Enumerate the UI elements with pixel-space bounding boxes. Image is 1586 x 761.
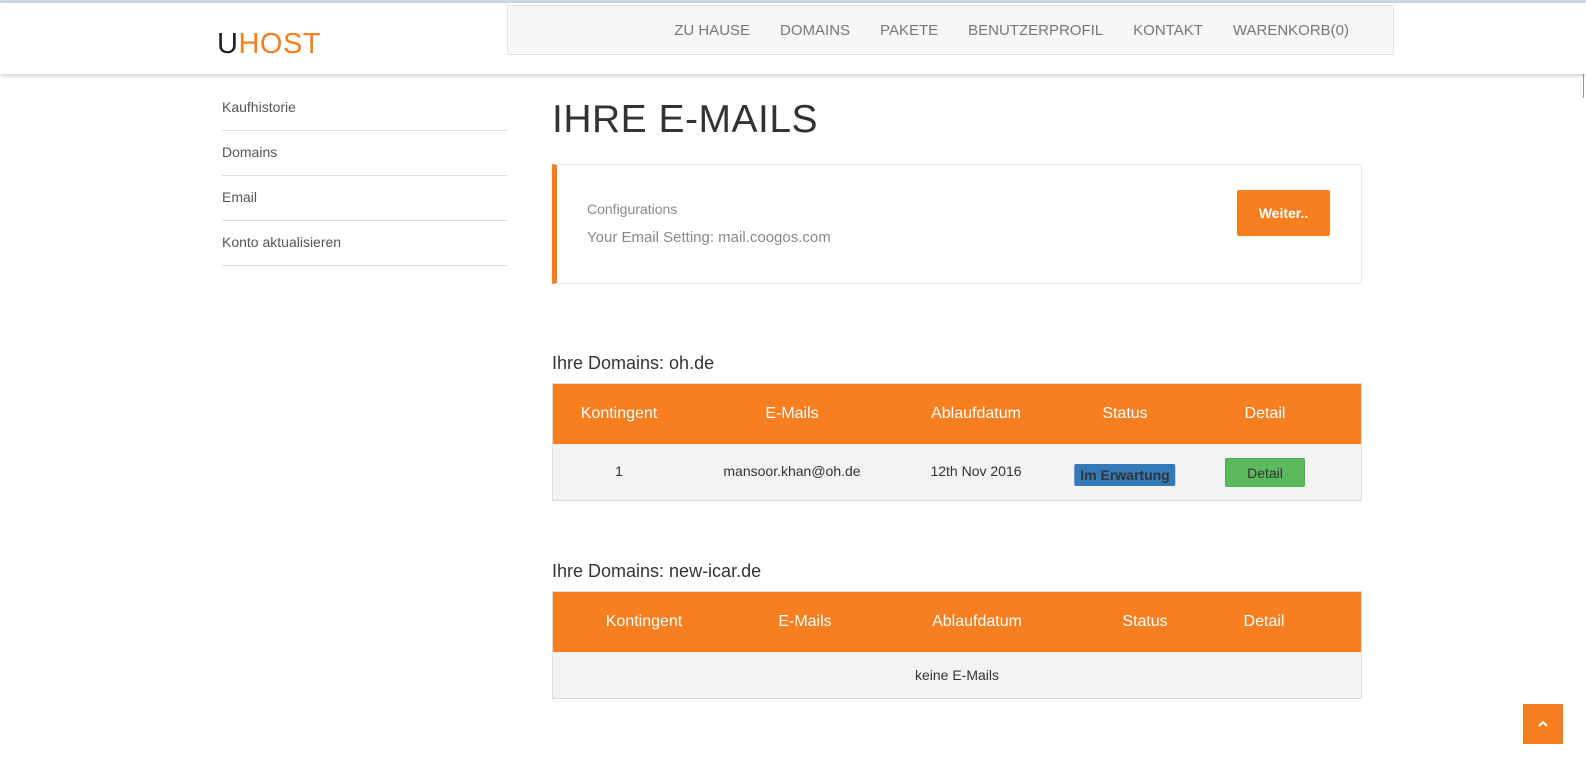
detail-button[interactable]: Detail <box>1225 458 1305 487</box>
cell-email: mansoor.khan@oh.de <box>723 463 861 479</box>
table-header: Kontingent E-Mails Ablaufdatum Status De… <box>553 592 1361 652</box>
page-title: IHRE E-MAILS <box>552 98 819 141</box>
nav-item-domains[interactable]: DOMAINS <box>780 22 850 39</box>
nav-item-user-profile[interactable]: BENUTZERPROFIL <box>968 22 1103 39</box>
domain-section-title: Ihre Domains: oh.de <box>552 353 715 373</box>
sidebar-item-update-account[interactable]: Konto aktualisieren <box>222 221 507 266</box>
column-header-emails: E-Mails <box>765 405 819 422</box>
column-header-quota: Kontingent <box>580 405 658 422</box>
email-setting-text: Your Email Setting: mail.coogos.com <box>587 229 831 246</box>
site-header: UHOST ZU HAUSE DOMAINS PAKETE BENUTZERPR… <box>0 3 1586 74</box>
table-row: keine E-Mails <box>553 652 1361 698</box>
nav-item-packages[interactable]: PAKETE <box>880 22 938 39</box>
column-header-detail: Detail <box>1244 405 1286 422</box>
config-panel: Configurations Your Email Setting: mail.… <box>552 164 1362 284</box>
column-header-status: Status <box>1102 405 1148 422</box>
sidebar: Kaufhistorie Domains Email Konto aktuali… <box>222 86 507 266</box>
nav-item-home[interactable]: ZU HAUSE <box>674 22 750 39</box>
logo[interactable]: UHOST <box>217 30 321 59</box>
column-header-detail: Detail <box>1243 613 1285 630</box>
column-header-expiry: Ablaufdatum <box>932 613 1022 630</box>
scroll-to-top-button[interactable] <box>1523 704 1563 744</box>
main-nav: ZU HAUSE DOMAINS PAKETE BENUTZERPROFIL K… <box>507 5 1394 55</box>
logo-host: HOST <box>238 28 322 60</box>
chevron-up-icon <box>1538 720 1548 727</box>
cell-expiry: 12th Nov 2016 <box>930 463 1022 479</box>
weiter-button[interactable]: Weiter.. <box>1237 190 1330 236</box>
column-header-expiry: Ablaufdatum <box>931 405 1021 422</box>
column-header-emails: E-Mails <box>778 613 832 630</box>
domain-section-title: Ihre Domains: new-icar.de <box>552 561 762 581</box>
status-badge: Im Erwartung <box>1074 464 1176 486</box>
sidebar-item-purchase-history[interactable]: Kaufhistorie <box>222 86 507 131</box>
table-row: 1 mansoor.khan@oh.de 12th Nov 2016 Im Er… <box>553 444 1361 500</box>
nav-item-contact[interactable]: KONTAKT <box>1133 22 1203 39</box>
empty-message: keine E-Mails <box>914 667 1000 683</box>
logo-u: U <box>217 28 239 60</box>
config-label: Configurations <box>587 201 678 217</box>
email-table-oh-de: Kontingent E-Mails Ablaufdatum Status De… <box>552 383 1362 501</box>
nav-item-cart[interactable]: WARENKORB(0) <box>1233 22 1349 39</box>
column-header-quota: Kontingent <box>605 613 683 630</box>
column-header-status: Status <box>1122 613 1168 630</box>
cell-quota: 1 <box>615 463 623 479</box>
email-table-new-icar-de: Kontingent E-Mails Ablaufdatum Status De… <box>552 591 1362 699</box>
table-header: Kontingent E-Mails Ablaufdatum Status De… <box>553 384 1361 444</box>
sidebar-item-domains[interactable]: Domains <box>222 131 507 176</box>
sidebar-item-email[interactable]: Email <box>222 176 507 221</box>
